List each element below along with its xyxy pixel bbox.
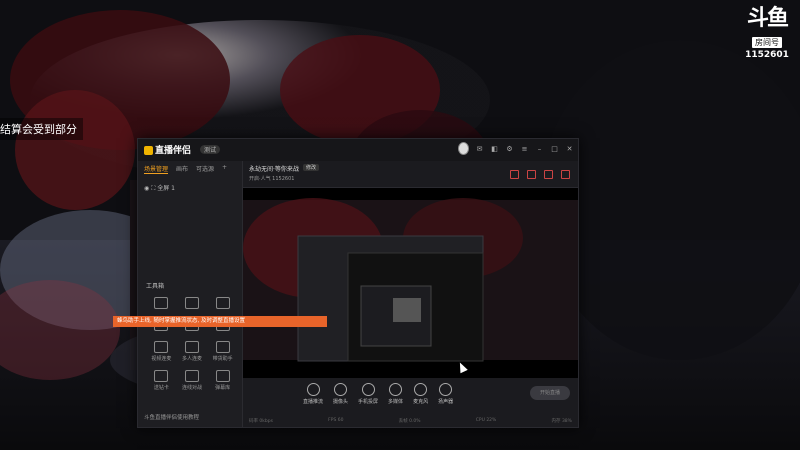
scene-panel: 场景管理 画布 可选源 + ◉ ⛶ 全屏 1 工具箱 视频连麦 多人连麦 带货助… <box>138 161 243 427</box>
window-controls: ✉ ◧ ⚙ ≡ – □ ✕ <box>458 142 574 155</box>
room-number: 1152601 <box>745 50 789 60</box>
menu-icon[interactable]: ≡ <box>520 145 529 153</box>
camera-icon <box>334 383 348 396</box>
media-button[interactable]: 多媒体 <box>388 383 403 405</box>
tool-icon <box>215 370 230 382</box>
edit-badge[interactable]: 修改 <box>303 164 320 171</box>
maximize-icon[interactable]: □ <box>550 145 559 153</box>
tool-item[interactable]: 多人连麦 <box>177 341 208 362</box>
chat-icon[interactable] <box>544 170 553 179</box>
tool-item[interactable]: 视频连麦 <box>146 341 177 362</box>
preview-image <box>243 188 578 378</box>
push-stream-button[interactable]: 直播推流 <box>303 383 323 405</box>
skin-icon[interactable]: ◧ <box>490 145 499 153</box>
douyu-watermark: 斗鱼 房间号 1152601 <box>742 6 792 61</box>
tool-item[interactable]: 送钻卡 <box>146 370 177 391</box>
tool-item[interactable] <box>146 297 177 311</box>
tool-icon <box>215 297 230 309</box>
room-label: 房间号 <box>752 37 782 48</box>
phone-icon <box>361 383 375 396</box>
fish-icon <box>144 146 153 155</box>
douyu-logo: 斗鱼 <box>746 6 789 31</box>
tool-item[interactable]: 带货助手 <box>207 341 238 362</box>
tab-canvas[interactable]: 画布 <box>176 164 188 174</box>
streaming-app-window[interactable]: 直播伴侣 测试 ✉ ◧ ⚙ ≡ – □ ✕ 场景管理 画布 可选源 + ◉ ⛶ … <box>137 138 579 428</box>
tool-icon <box>184 297 199 309</box>
camera-button[interactable]: 摄像头 <box>333 383 348 405</box>
left-tabs: 场景管理 画布 可选源 + <box>138 161 242 177</box>
tool-icon <box>154 341 169 353</box>
tutorial-link[interactable]: 斗鱼直播伴侣使用教程 <box>144 413 199 421</box>
toolbox-grid: 视频连麦 多人连麦 带货助手 送钻卡 连线对战 弹幕库 <box>146 297 238 391</box>
close-icon[interactable]: ✕ <box>565 145 574 153</box>
stream-header: 永劫无间·等你来战 修改 开启·人气 1152601 <box>243 161 578 188</box>
phone-cast-button[interactable]: 手机投屏 <box>358 383 378 405</box>
monitor-icon <box>306 383 320 396</box>
control-bar: 直播推流 摄像头 手机投屏 多媒体 麦克风 扬声器 开始直播 码率 0kbps … <box>243 379 578 427</box>
tool-item[interactable] <box>207 297 238 311</box>
start-live-button[interactable]: 开始直播 <box>530 386 570 400</box>
app-name: 直播伴侣 <box>155 146 192 156</box>
speaker-icon <box>439 383 453 396</box>
add-icon[interactable]: + <box>222 164 227 174</box>
status-bar: 码率 0kbps FPS 60 丢帧 0.0% CPU 22% 内存 38% <box>249 418 572 424</box>
minimize-icon[interactable]: – <box>535 145 544 153</box>
tool-icon <box>184 370 199 382</box>
tool-icon <box>215 341 230 353</box>
tool-icon <box>184 341 199 353</box>
header-icons <box>510 170 570 179</box>
toolbox-header: 工具箱 <box>146 283 165 290</box>
app-logo: 直播伴侣 <box>144 143 191 156</box>
mic-icon <box>414 383 428 396</box>
lock-icon[interactable] <box>527 170 536 179</box>
tool-icon <box>154 297 169 309</box>
microphone-button[interactable]: 麦克风 <box>413 383 428 405</box>
stream-subtitle: 开启·人气 1152601 <box>249 176 295 182</box>
avatar[interactable] <box>458 142 469 155</box>
play-icon <box>389 383 403 396</box>
message-icon[interactable]: ✉ <box>475 145 484 153</box>
overlay-caption: 结算会受到部分 <box>0 118 83 140</box>
preview-canvas[interactable] <box>243 188 578 378</box>
tab-sources[interactable]: 可选源 <box>196 164 214 174</box>
tool-icon <box>154 370 169 382</box>
share-icon[interactable] <box>561 170 570 179</box>
control-buttons: 直播推流 摄像头 手机投屏 多媒体 麦克风 扬声器 <box>303 383 453 405</box>
gift-icon[interactable] <box>510 170 519 179</box>
settings-icon[interactable]: ⚙ <box>505 145 514 153</box>
stream-title[interactable]: 永劫无间·等你来战 <box>249 164 299 173</box>
tool-item[interactable]: 连线对战 <box>177 370 208 391</box>
tab-scenes[interactable]: 场景管理 <box>144 164 169 174</box>
version-badge: 测试 <box>200 145 221 154</box>
tool-item[interactable] <box>177 297 208 311</box>
tool-item[interactable]: 弹幕库 <box>207 370 238 391</box>
notification-toast[interactable]: 蜂鸟助手上线, 随时掌握推流状态, 及时调整直播设置 <box>113 316 327 327</box>
scene-item[interactable]: ◉ ⛶ 全屏 1 <box>138 177 242 199</box>
scene-name: 全屏 1 <box>157 185 175 192</box>
speaker-button[interactable]: 扬声器 <box>438 383 453 405</box>
title-bar[interactable]: 直播伴侣 测试 ✉ ◧ ⚙ ≡ – □ ✕ <box>138 139 578 161</box>
